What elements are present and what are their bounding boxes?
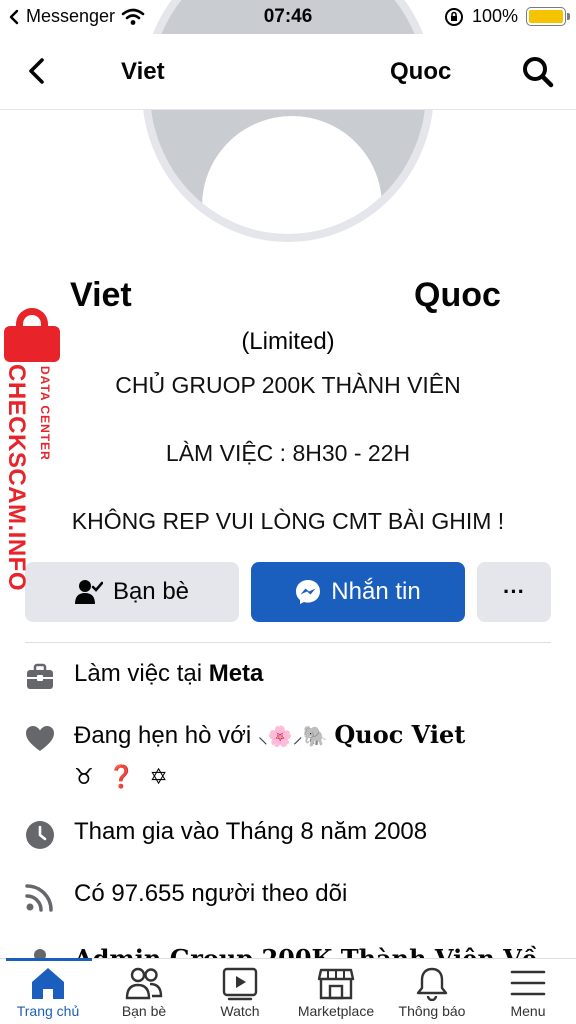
partner-decoration: ⸜🌸⸝🐘 (257, 726, 328, 748)
tab-menu[interactable]: Menu (480, 965, 576, 1019)
watermark-sub: DATA CENTER (38, 366, 52, 461)
checkscam-watermark: CHECKSCAM.INFO DATA CENTER (3, 308, 62, 591)
orientation-lock-icon (444, 7, 463, 26)
tab-watch[interactable]: Watch (192, 965, 288, 1019)
avatar-body-silhouette (202, 116, 382, 234)
relationship-prefix: Đang hẹn hò với (74, 722, 258, 749)
bio-line: LÀM VIỆC : 8H30 - 22H (165, 440, 411, 466)
bio-line: KHÔNG REP VUI LÒNG CMT BÀI GHIM ! (71, 508, 505, 534)
tab-home[interactable]: Trang chủ (0, 965, 96, 1019)
watch-icon (222, 967, 258, 1001)
section-divider (25, 642, 551, 643)
bell-icon (416, 967, 448, 1001)
work-text: Làm việc tại Meta (74, 660, 263, 688)
profile-last-name: Quoc (414, 276, 501, 314)
tab-marketplace[interactable]: Marketplace (288, 965, 384, 1019)
briefcase-icon (27, 663, 53, 689)
profile-first-name: Viet (70, 276, 132, 314)
lock-icon (4, 326, 60, 362)
message-button-label: Nhắn tin (331, 578, 421, 605)
messenger-icon (296, 580, 321, 604)
rss-icon (25, 884, 53, 912)
more-options-button[interactable]: ··· (477, 562, 551, 622)
heart-icon (26, 726, 54, 751)
bio-line: CHỦ GRUOP 200K THÀNH VIÊN (115, 372, 461, 398)
tab-label: Trang chủ (16, 1003, 80, 1019)
tab-label: Watch (220, 1003, 260, 1019)
followers-text: Có 97.655 người theo dõi (74, 880, 348, 907)
battery-fill (529, 10, 563, 23)
clock-icon (26, 821, 54, 849)
battery-percent: 100% (471, 6, 518, 26)
friend-check-icon (74, 580, 103, 604)
status-bar: Messenger 07:46 100% (0, 0, 576, 34)
watermark-brand: CHECKSCAM.INFO (3, 364, 30, 591)
more-icon: ··· (503, 579, 525, 604)
header-last-name: Quoc (390, 58, 452, 85)
work-prefix: Làm việc tại (74, 660, 209, 687)
partner-name[interactable]: Quoc Viet (334, 720, 465, 749)
message-button[interactable]: Nhắn tin (251, 562, 465, 622)
tab-label: Menu (510, 1003, 546, 1019)
back-arrow-icon[interactable] (24, 56, 50, 86)
tab-label: Thông báo (398, 1003, 466, 1019)
tab-friends[interactable]: Bạn bè (96, 965, 192, 1019)
profile-header: Viet Quoc (0, 34, 576, 110)
battery-icon (526, 7, 570, 26)
profile-status: (Limited) (241, 328, 335, 355)
friends-icon (125, 967, 163, 1000)
partner-symbols: ♉ ❓ ✡ (74, 764, 172, 789)
header-first-name: Viet (121, 58, 165, 85)
tab-label: Marketplace (297, 1003, 375, 1019)
menu-icon (510, 970, 546, 996)
tab-notifications[interactable]: Thông báo (384, 965, 480, 1019)
tab-label: Bạn bè (121, 1003, 167, 1019)
work-place[interactable]: Meta (209, 660, 264, 687)
marketplace-icon (317, 968, 355, 1000)
home-icon (32, 968, 64, 999)
joined-text: Tham gia vào Tháng 8 năm 2008 (74, 818, 428, 845)
active-tab-indicator (6, 958, 92, 961)
friends-button-label: Bạn bè (112, 578, 190, 605)
search-icon[interactable] (520, 54, 556, 90)
relationship-text: Đang hẹn hò với ⸜🌸⸝🐘 Quoc Viet (74, 720, 465, 750)
bottom-tab-bar: Trang chủ Bạn bè Watch Marketplace Thông… (0, 958, 576, 1024)
